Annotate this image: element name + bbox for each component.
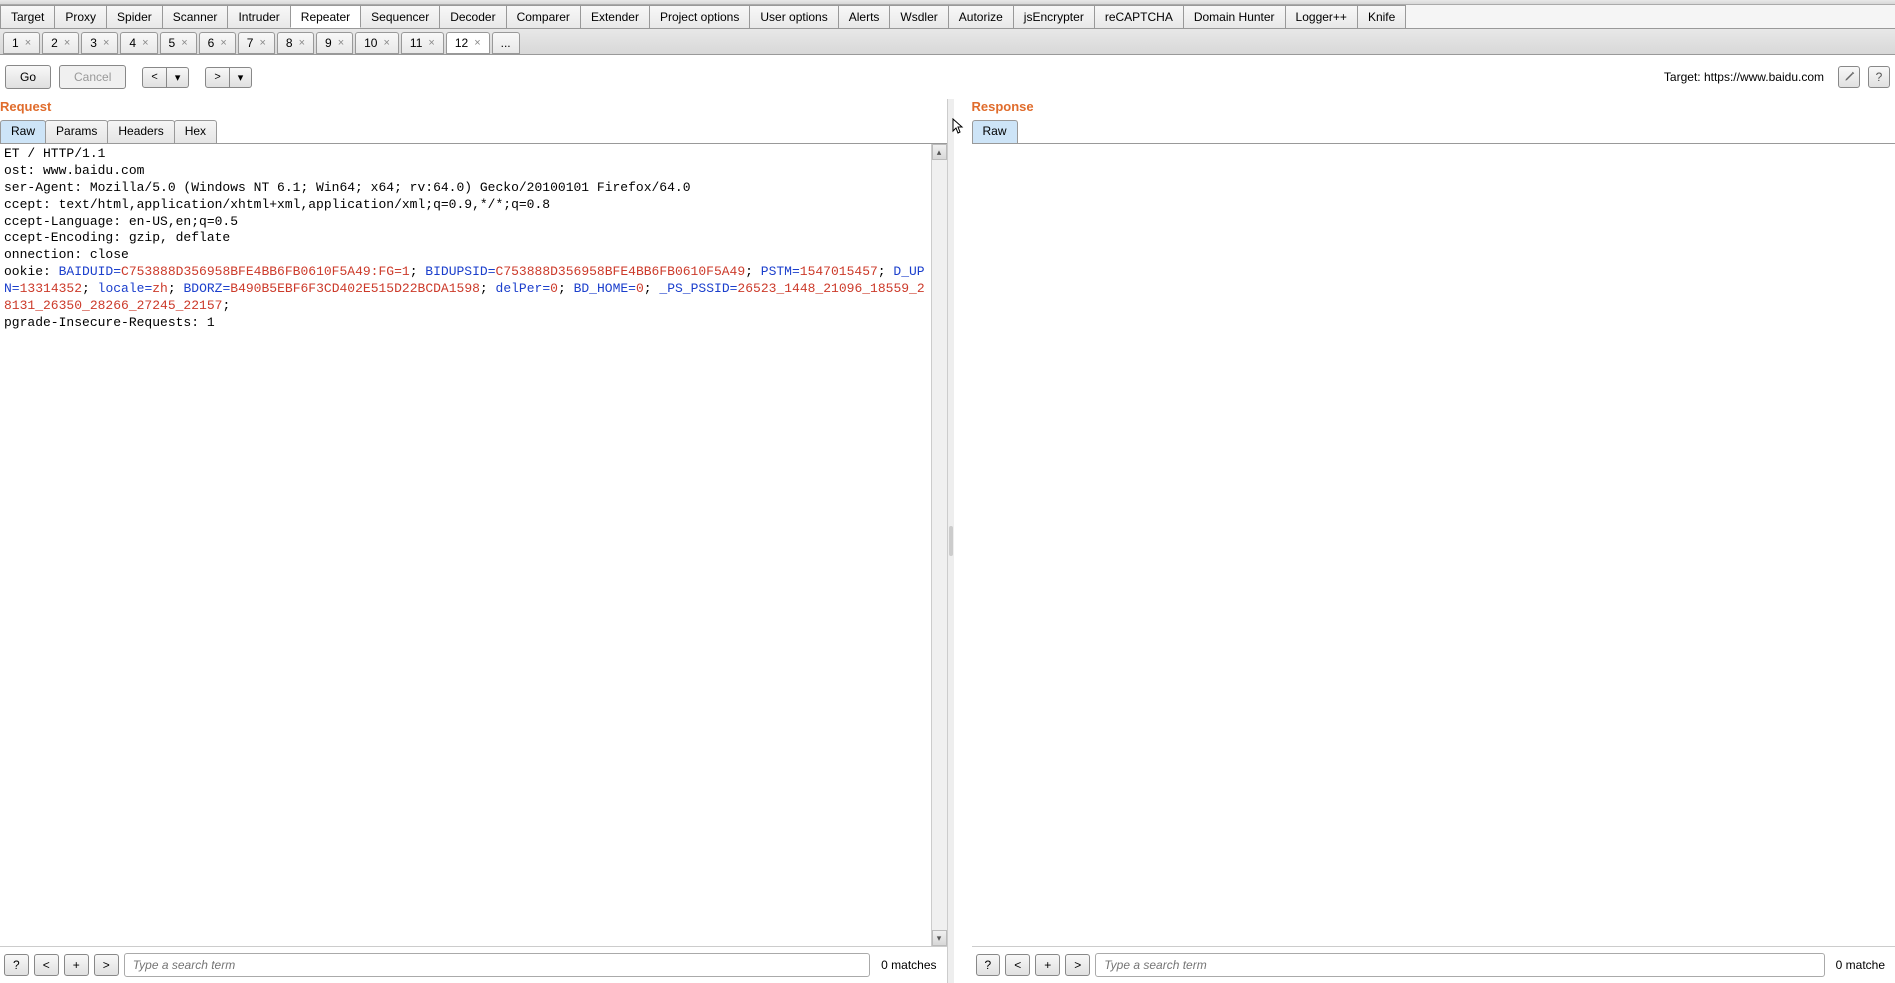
main-tab-alerts[interactable]: Alerts bbox=[838, 5, 891, 28]
nav-forward-button[interactable]: > bbox=[205, 67, 229, 88]
main-tab-spider[interactable]: Spider bbox=[106, 5, 163, 28]
response-search-input[interactable] bbox=[1095, 953, 1824, 977]
main-tab-user-options[interactable]: User options bbox=[749, 5, 838, 28]
help-button[interactable]: ? bbox=[1868, 66, 1890, 88]
main-tab-repeater[interactable]: Repeater bbox=[290, 5, 361, 28]
close-icon[interactable]: × bbox=[338, 37, 344, 49]
repeater-tab-9[interactable]: 9× bbox=[316, 32, 353, 54]
close-icon[interactable]: × bbox=[64, 37, 70, 49]
main-tab-sequencer[interactable]: Sequencer bbox=[360, 5, 440, 28]
request-matches-label: 0 matches bbox=[875, 958, 942, 972]
main-tab-scanner[interactable]: Scanner bbox=[162, 5, 229, 28]
cancel-button[interactable]: Cancel bbox=[59, 65, 126, 89]
request-tab-headers[interactable]: Headers bbox=[107, 120, 174, 143]
response-matches-label: 0 matche bbox=[1830, 958, 1891, 972]
repeater-tab-11[interactable]: 11× bbox=[401, 32, 444, 54]
repeater-tab-2[interactable]: 2× bbox=[42, 32, 79, 54]
repeater-tab-1[interactable]: 1× bbox=[3, 32, 40, 54]
repeater-toolbar: Go Cancel < ▾ > ▾ Target: https://www.ba… bbox=[0, 55, 1895, 99]
response-view-tabs: Raw bbox=[972, 120, 1895, 144]
main-tab-domain-hunter[interactable]: Domain Hunter bbox=[1183, 5, 1286, 28]
repeater-tab-8[interactable]: 8× bbox=[277, 32, 314, 54]
target-label: Target: https://www.baidu.com bbox=[1664, 70, 1824, 84]
go-button[interactable]: Go bbox=[5, 65, 51, 89]
nav-back-button[interactable]: < bbox=[142, 67, 166, 88]
scroll-up-icon[interactable]: ▴ bbox=[932, 144, 947, 160]
request-pane: Request RawParamsHeadersHex ET / HTTP/1.… bbox=[0, 99, 948, 983]
repeater-tabs-row: 1×2×3×4×5×6×7×8×9×10×11×12×... bbox=[0, 29, 1895, 55]
close-icon[interactable]: × bbox=[220, 37, 226, 49]
request-tab-hex[interactable]: Hex bbox=[174, 120, 217, 143]
main-tab-proxy[interactable]: Proxy bbox=[54, 5, 107, 28]
edit-target-button[interactable] bbox=[1838, 66, 1860, 88]
request-editor[interactable]: ET / HTTP/1.1 ost: www.baidu.com ser-Age… bbox=[0, 144, 931, 946]
repeater-tab-5[interactable]: 5× bbox=[160, 32, 197, 54]
response-title: Response bbox=[972, 99, 1895, 120]
request-tab-params[interactable]: Params bbox=[45, 120, 108, 143]
panes-container: Request RawParamsHeadersHex ET / HTTP/1.… bbox=[0, 99, 1895, 983]
repeater-tab-10[interactable]: 10× bbox=[355, 32, 399, 54]
request-title: Request bbox=[0, 99, 947, 120]
main-tab-bar: TargetProxySpiderScannerIntruderRepeater… bbox=[0, 5, 1895, 29]
repeater-tab-6[interactable]: 6× bbox=[199, 32, 236, 54]
request-search-help-button[interactable]: ? bbox=[4, 954, 29, 976]
close-icon[interactable]: × bbox=[383, 37, 389, 49]
request-search-add-button[interactable]: + bbox=[64, 954, 89, 976]
main-tab-jsencrypter[interactable]: jsEncrypter bbox=[1013, 5, 1095, 28]
request-tab-raw[interactable]: Raw bbox=[0, 120, 46, 143]
main-tab-decoder[interactable]: Decoder bbox=[439, 5, 506, 28]
repeater-tab-12[interactable]: 12× bbox=[446, 32, 490, 54]
nav-back-group: < ▾ bbox=[142, 67, 189, 88]
response-search-footer: ? < + > 0 matche bbox=[972, 946, 1895, 983]
main-tab-logger-[interactable]: Logger++ bbox=[1285, 5, 1358, 28]
nav-forward-group: > ▾ bbox=[205, 67, 252, 88]
close-icon[interactable]: × bbox=[259, 37, 265, 49]
repeater-tab-new[interactable]: ... bbox=[492, 32, 520, 54]
response-pane: Response Raw ? < + > 0 matche bbox=[954, 99, 1895, 983]
close-icon[interactable]: × bbox=[474, 37, 480, 49]
pencil-icon bbox=[1843, 71, 1855, 83]
request-view-tabs: RawParamsHeadersHex bbox=[0, 120, 947, 144]
main-tab-wsdler[interactable]: Wsdler bbox=[889, 5, 948, 28]
close-icon[interactable]: × bbox=[142, 37, 148, 49]
close-icon[interactable]: × bbox=[25, 37, 31, 49]
request-scrollbar[interactable]: ▴ ▾ bbox=[931, 144, 947, 946]
main-tab-extender[interactable]: Extender bbox=[580, 5, 650, 28]
main-tab-recaptcha[interactable]: reCAPTCHA bbox=[1094, 5, 1184, 28]
repeater-tab-4[interactable]: 4× bbox=[120, 32, 157, 54]
nav-back-menu[interactable]: ▾ bbox=[167, 67, 190, 88]
response-editor[interactable] bbox=[972, 144, 1895, 946]
request-search-footer: ? < + > 0 matches bbox=[0, 946, 947, 983]
main-tab-comparer[interactable]: Comparer bbox=[506, 5, 581, 28]
repeater-tab-7[interactable]: 7× bbox=[238, 32, 275, 54]
nav-forward-menu[interactable]: ▾ bbox=[230, 67, 253, 88]
close-icon[interactable]: × bbox=[103, 37, 109, 49]
close-icon[interactable]: × bbox=[181, 37, 187, 49]
pane-splitter[interactable] bbox=[948, 99, 954, 983]
request-search-input[interactable] bbox=[124, 953, 870, 977]
main-tab-autorize[interactable]: Autorize bbox=[948, 5, 1014, 28]
response-search-next-button[interactable]: > bbox=[1065, 954, 1090, 976]
repeater-tab-3[interactable]: 3× bbox=[81, 32, 118, 54]
request-search-next-button[interactable]: > bbox=[94, 954, 119, 976]
close-icon[interactable]: × bbox=[428, 37, 434, 49]
close-icon[interactable]: × bbox=[299, 37, 305, 49]
request-search-prev-button[interactable]: < bbox=[34, 954, 59, 976]
response-search-prev-button[interactable]: < bbox=[1005, 954, 1030, 976]
main-tab-intruder[interactable]: Intruder bbox=[227, 5, 290, 28]
scroll-down-icon[interactable]: ▾ bbox=[932, 930, 947, 946]
main-tab-knife[interactable]: Knife bbox=[1357, 5, 1406, 28]
response-search-help-button[interactable]: ? bbox=[976, 954, 1001, 976]
main-tab-target[interactable]: Target bbox=[0, 5, 55, 28]
main-tab-project-options[interactable]: Project options bbox=[649, 5, 750, 28]
response-tab-raw[interactable]: Raw bbox=[972, 120, 1018, 143]
response-search-add-button[interactable]: + bbox=[1035, 954, 1060, 976]
